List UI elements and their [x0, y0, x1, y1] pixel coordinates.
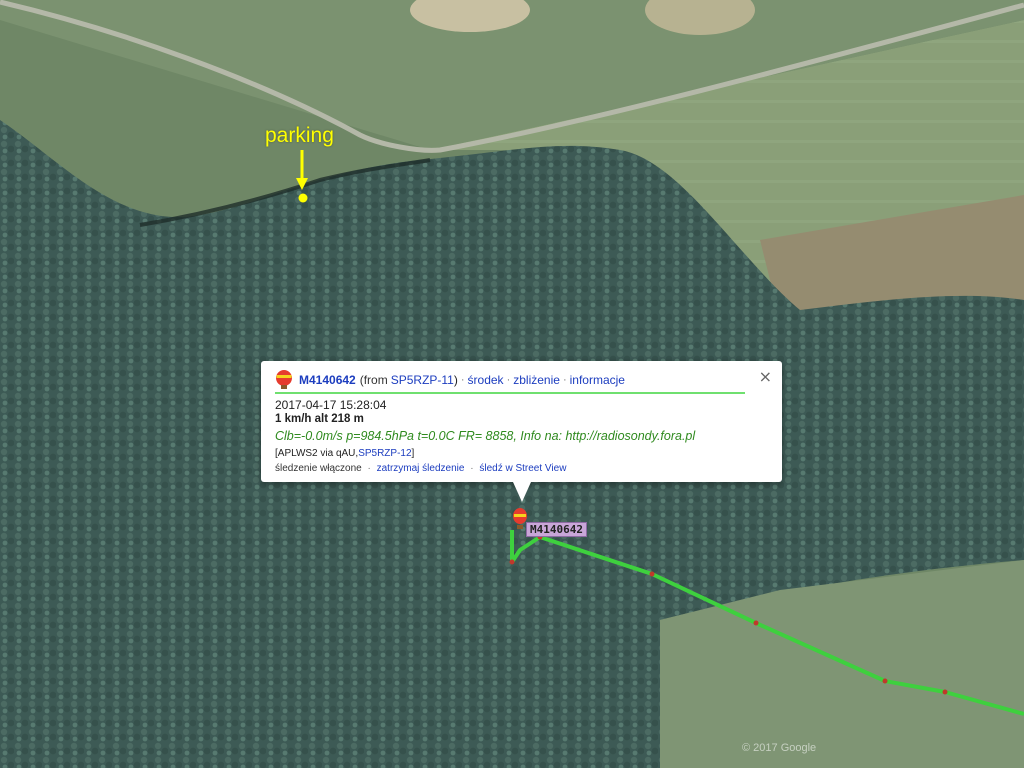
parking-point [298, 193, 308, 203]
info-link[interactable]: informacje [570, 373, 625, 387]
path-suffix: ] [411, 448, 415, 459]
from-suffix: ) [453, 373, 458, 387]
zoom-link[interactable]: zbliżenie [513, 373, 560, 387]
comment: Clb=-0.0m/s p=984.5hPa t=0.0C FR= 8858, … [275, 429, 696, 443]
callsign-link[interactable]: M4140642 [299, 373, 356, 387]
speed-altitude: 1 km/h alt 218 m [275, 413, 364, 425]
popup-header: M4140642 (from SP5RZP-11 ) · środek · zb… [275, 370, 745, 394]
path-info: [APLWS2 via qAU,SP5RZP-12] [275, 448, 768, 459]
map-copyright: © 2017 Google [742, 742, 817, 754]
path-station-link[interactable]: SP5RZP-12 [358, 448, 411, 459]
balloon-icon [276, 370, 292, 389]
parking-label: parking [265, 124, 334, 147]
timestamp: 2017-04-17 15:28:04 [275, 398, 387, 412]
tracking-status: śledzenie włączone [275, 463, 362, 474]
center-link[interactable]: środek [468, 373, 504, 387]
separator: · [506, 374, 511, 386]
from-station-link[interactable]: SP5RZP-11 [391, 373, 454, 387]
marker-label[interactable]: M4140642 [526, 522, 587, 537]
close-icon[interactable]: × [759, 367, 772, 386]
tracking-links: śledzenie włączone · zatrzymaj śledzenie… [275, 463, 768, 474]
track-point[interactable] [882, 678, 888, 684]
track-point[interactable] [942, 689, 948, 695]
separator: · [367, 463, 371, 474]
separator: · [562, 374, 567, 386]
track-point[interactable] [649, 571, 655, 577]
from-prefix: (from [359, 373, 388, 387]
separator: · [460, 374, 465, 386]
track-point[interactable] [509, 559, 515, 565]
popup-pointer [513, 482, 531, 502]
streetview-link[interactable]: śledź w Street View [479, 463, 566, 474]
path-prefix: [APLWS2 via qAU, [275, 448, 359, 459]
stop-tracking-link[interactable]: zatrzymaj śledzenie [377, 463, 465, 474]
separator: · [470, 463, 474, 474]
track-point[interactable] [753, 620, 759, 626]
info-popup: × M4140642 (from SP5RZP-11 ) · środek · … [261, 361, 782, 482]
